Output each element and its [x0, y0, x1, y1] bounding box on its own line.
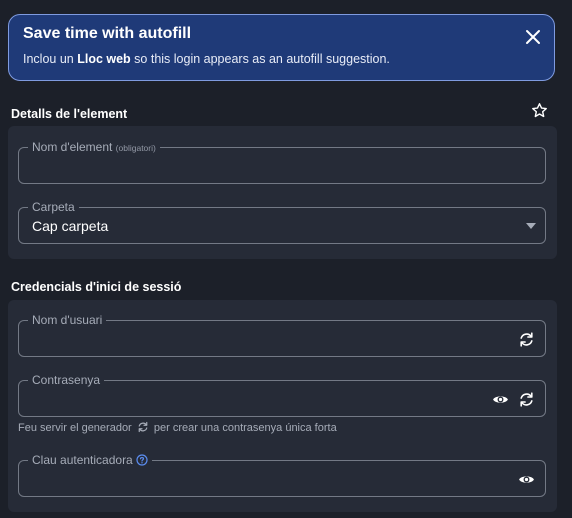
generator-icon[interactable] [137, 421, 149, 433]
close-icon[interactable] [524, 28, 542, 46]
generate-username-icon[interactable] [518, 331, 535, 348]
authenticator-label-text: Clau autenticadora [32, 453, 133, 467]
password-helper-text: Feu servir el generador per crear una co… [18, 421, 337, 434]
required-tag: (obligatori) [115, 143, 156, 153]
item-details-card: Nom d'element (obligatori) Carpeta Cap c… [8, 126, 557, 259]
autofill-banner: Save time with autofill Inclou un Lloc w… [8, 14, 555, 81]
item-name-label-text: Nom d'element [32, 140, 113, 154]
credentials-card: Nom d'usuari Contrasenya Feu servir el g… [8, 300, 557, 512]
item-details-heading: Detalls de l'element [11, 107, 128, 121]
banner-text-start: Inclou un [23, 52, 78, 66]
folder-value: Cap carpeta [32, 218, 109, 234]
generate-password-icon[interactable] [518, 391, 535, 408]
authenticator-label: Clau autenticadora [28, 452, 152, 468]
eye-icon[interactable] [492, 391, 509, 408]
authenticator-key-field[interactable]: Clau autenticadora [18, 452, 546, 497]
folder-select[interactable]: Carpeta Cap carpeta [18, 199, 546, 244]
help-icon[interactable] [136, 454, 148, 466]
banner-title: Save time with autofill [23, 25, 192, 42]
banner-text-link: Lloc web [77, 52, 131, 66]
username-label: Nom d'usuari [28, 312, 107, 328]
folder-label: Carpeta [28, 199, 79, 215]
password-label: Contrasenya [28, 372, 105, 388]
username-field[interactable]: Nom d'usuari [18, 312, 546, 357]
star-icon[interactable] [531, 102, 548, 119]
password-field[interactable]: Contrasenya [18, 372, 546, 417]
chevron-down-icon [526, 223, 536, 229]
helper-text-end: per crear una contrasenya única forta [153, 422, 337, 434]
item-name-label: Nom d'element (obligatori) [28, 139, 160, 156]
login-credentials-heading: Credencials d'inici de sessió [11, 280, 182, 294]
item-name-field[interactable]: Nom d'element (obligatori) [18, 139, 546, 184]
eye-icon[interactable] [518, 471, 535, 488]
helper-text-start: Feu servir el generador [18, 422, 132, 434]
banner-text: Inclou un Lloc web so this login appears… [23, 52, 390, 66]
banner-text-end: so this login appears as an autofill sug… [130, 52, 390, 66]
